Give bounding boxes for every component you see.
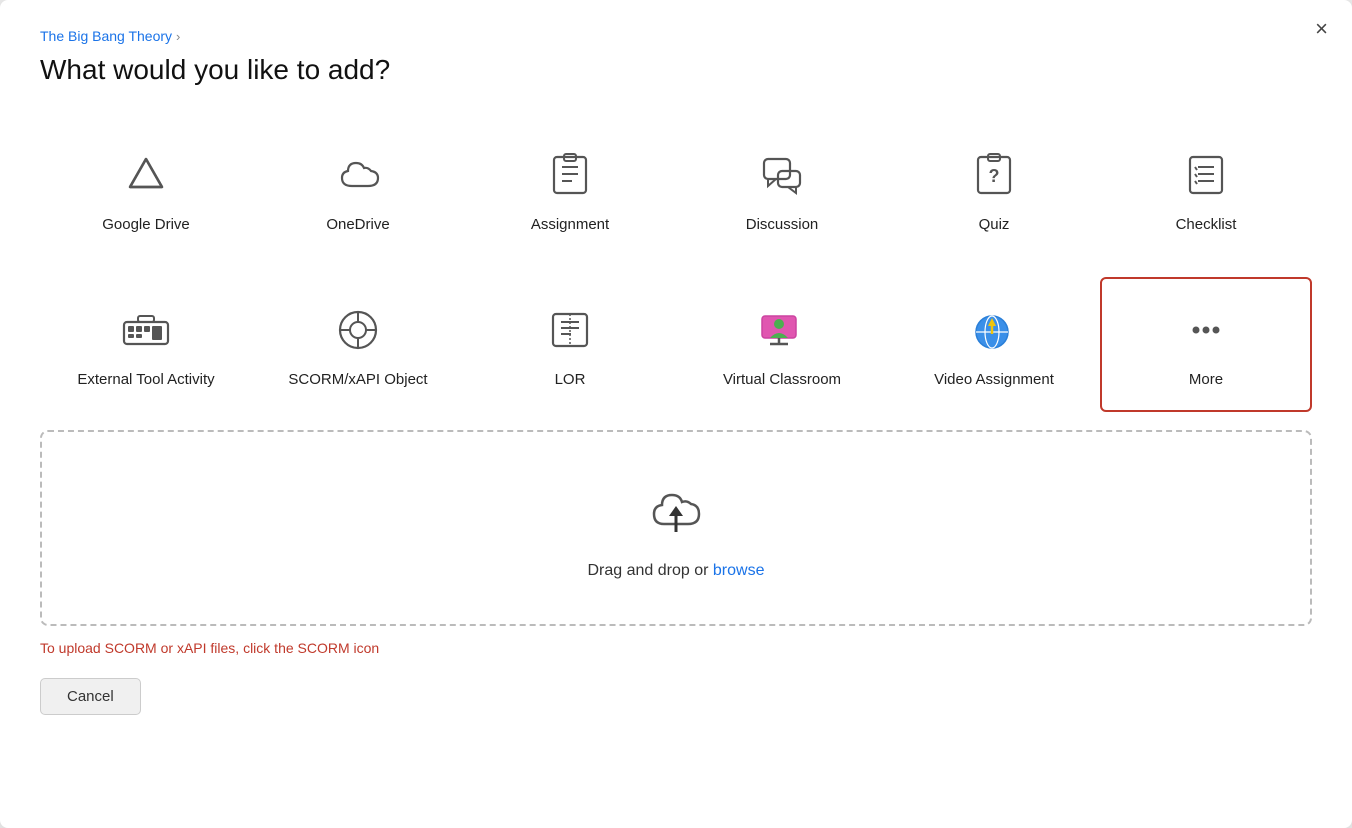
more-icon: [1179, 303, 1233, 357]
item-label-discussion: Discussion: [746, 214, 819, 235]
discussion-icon: [755, 148, 809, 202]
item-label-google-drive: Google Drive: [102, 214, 190, 235]
item-label-lor: LOR: [555, 369, 586, 390]
items-row1: Google Drive OneDrive Assign: [40, 122, 1312, 257]
page-title: What would you like to add?: [40, 54, 1312, 86]
google-drive-icon: [119, 148, 173, 202]
onedrive-icon: [331, 148, 385, 202]
external-tool-icon: [119, 303, 173, 357]
lor-icon: [543, 303, 597, 357]
item-onedrive[interactable]: OneDrive: [252, 122, 464, 257]
checklist-icon: [1179, 148, 1233, 202]
drop-zone[interactable]: Drag and drop or browse: [40, 430, 1312, 626]
item-label-video-assignment: Video Assignment: [934, 369, 1054, 390]
scorm-icon: [331, 303, 385, 357]
item-quiz[interactable]: ? Quiz: [888, 122, 1100, 257]
item-discussion[interactable]: Discussion: [676, 122, 888, 257]
breadcrumb: The Big Bang Theory ›: [40, 28, 1312, 44]
item-checklist[interactable]: Checklist: [1100, 122, 1312, 257]
svg-text:?: ?: [989, 166, 1000, 186]
item-video-assignment[interactable]: Video Assignment: [888, 277, 1100, 412]
breadcrumb-separator: ›: [176, 29, 180, 44]
browse-link[interactable]: browse: [713, 562, 765, 579]
item-label-external-tool: External Tool Activity: [77, 369, 214, 390]
item-lor[interactable]: LOR: [464, 277, 676, 412]
breadcrumb-link[interactable]: The Big Bang Theory: [40, 28, 172, 44]
quiz-icon: ?: [967, 148, 1021, 202]
virtual-classroom-icon: [755, 303, 809, 357]
item-label-virtual-classroom: Virtual Classroom: [723, 369, 841, 390]
item-more[interactable]: More: [1100, 277, 1312, 412]
assignment-icon: [543, 148, 597, 202]
upload-icon: [644, 480, 708, 544]
item-scorm[interactable]: SCORM/xAPI Object: [252, 277, 464, 412]
item-label-assignment: Assignment: [531, 214, 609, 235]
item-label-onedrive: OneDrive: [326, 214, 389, 235]
cancel-button[interactable]: Cancel: [40, 678, 141, 715]
item-label-quiz: Quiz: [979, 214, 1010, 235]
video-assignment-icon: [967, 303, 1021, 357]
scorm-hint: To upload SCORM or xAPI files, click the…: [40, 640, 1312, 656]
item-assignment[interactable]: Assignment: [464, 122, 676, 257]
items-row2: External Tool Activity SCORM/xAPI Object: [40, 277, 1312, 412]
drop-zone-text: Drag and drop or browse: [588, 562, 765, 580]
item-label-scorm: SCORM/xAPI Object: [288, 369, 427, 390]
close-button[interactable]: ×: [1315, 18, 1328, 40]
item-virtual-classroom[interactable]: Virtual Classroom: [676, 277, 888, 412]
item-google-drive[interactable]: Google Drive: [40, 122, 252, 257]
item-label-more: More: [1189, 369, 1223, 390]
item-external-tool[interactable]: External Tool Activity: [40, 277, 252, 412]
modal-container: × The Big Bang Theory › What would you l…: [0, 0, 1352, 828]
item-label-checklist: Checklist: [1176, 214, 1237, 235]
